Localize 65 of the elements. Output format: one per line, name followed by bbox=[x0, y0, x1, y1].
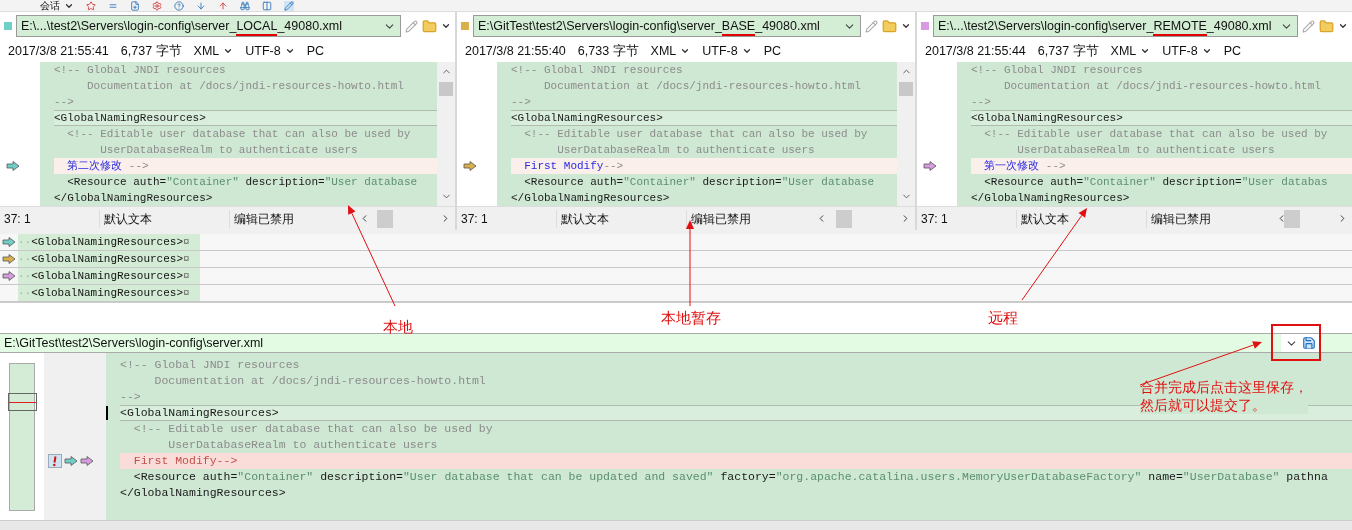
file-size: 6,737 字节 bbox=[120, 42, 182, 60]
line-ending-label[interactable]: PC bbox=[306, 41, 325, 61]
file-path-field[interactable]: E:\...\test2\Servers\login-config\server_REMOTE_49080.xml bbox=[933, 15, 1298, 37]
pencil-icon[interactable] bbox=[405, 19, 418, 33]
annotation-label: 本地 bbox=[383, 317, 413, 337]
scrollbar-thumb[interactable] bbox=[835, 209, 852, 228]
edit-status-label: 编辑已禁用 bbox=[1150, 210, 1212, 228]
toolbar-icon[interactable] bbox=[196, 0, 206, 11]
toolbar-icon[interactable] bbox=[240, 0, 250, 11]
annotation-label: 远程 bbox=[988, 308, 1018, 328]
file-size: 6,737 字节 bbox=[1037, 42, 1099, 60]
pencil-icon[interactable] bbox=[1302, 19, 1315, 33]
viewport-indicator[interactable] bbox=[8, 393, 37, 411]
text-cursor bbox=[106, 406, 108, 420]
encoding-label[interactable]: UTF-8 bbox=[1162, 41, 1198, 61]
annotation-note: 合并完成后点击这里保存， 然后就可以提交了。 bbox=[1140, 378, 1308, 414]
toolbar-icon[interactable] bbox=[174, 0, 184, 11]
dropdown-caret-icon[interactable] bbox=[741, 46, 752, 56]
file-timestamp: 2017/3/8 21:55:40 bbox=[465, 42, 566, 60]
file-path-field[interactable]: E:\GitTest\test2\Servers\login-config\server_BASE_49080.xml bbox=[473, 15, 861, 37]
pencil-icon[interactable] bbox=[284, 0, 294, 11]
toolbar-icon[interactable] bbox=[262, 0, 272, 11]
dropdown-caret-icon[interactable] bbox=[680, 46, 691, 56]
cursor-position: 37: 1 bbox=[917, 209, 1017, 228]
cursor-position: 37: 1 bbox=[457, 209, 557, 228]
edit-status-label: 编辑已禁用 bbox=[233, 210, 295, 228]
toolbar-icon[interactable] bbox=[152, 0, 162, 11]
conflict-icon bbox=[48, 454, 62, 468]
dropdown-caret-icon[interactable] bbox=[284, 46, 295, 56]
file-timestamp: 2017/3/8 21:55:44 bbox=[925, 42, 1026, 60]
toolbar-icon[interactable] bbox=[130, 0, 140, 11]
file-path-field[interactable]: E:\...\test2\Servers\login-config\server_LOCAL_49080.xml bbox=[16, 15, 401, 37]
dropdown-caret-icon[interactable] bbox=[1338, 21, 1348, 31]
file-size: 6,733 字节 bbox=[577, 42, 639, 60]
dropdown-caret-icon[interactable] bbox=[1201, 46, 1212, 56]
toolbar-icon[interactable] bbox=[218, 0, 228, 11]
save-icon[interactable] bbox=[1302, 336, 1316, 350]
line-ending-label[interactable]: PC bbox=[1223, 41, 1242, 61]
edit-status-label: 编辑已禁用 bbox=[690, 210, 752, 228]
horizontal-scrollbar[interactable] bbox=[0, 520, 1352, 530]
scrollbar-thumb[interactable] bbox=[899, 82, 913, 96]
encoding-label[interactable]: UTF-8 bbox=[702, 41, 738, 61]
syntax-label[interactable]: XML bbox=[650, 41, 677, 61]
scrollbar-thumb[interactable] bbox=[1284, 209, 1300, 228]
scrollbar-thumb[interactable] bbox=[439, 82, 453, 96]
vertical-scrollbar[interactable] bbox=[897, 62, 915, 206]
file-timestamp: 2017/3/8 21:55:41 bbox=[8, 42, 109, 60]
text-mode-label: 默认文本 bbox=[100, 209, 230, 228]
syntax-label[interactable]: XML bbox=[193, 41, 220, 61]
syntax-label[interactable]: XML bbox=[1110, 41, 1137, 61]
vertical-scrollbar[interactable] bbox=[437, 62, 455, 206]
cursor-position: 37: 1 bbox=[0, 209, 100, 228]
line-ending-label[interactable]: PC bbox=[763, 41, 782, 61]
dropdown-caret-icon[interactable] bbox=[901, 21, 911, 31]
pencil-icon[interactable] bbox=[865, 19, 878, 33]
toolbar-icon[interactable] bbox=[86, 0, 96, 11]
encoding-label[interactable]: UTF-8 bbox=[245, 41, 281, 61]
dropdown-caret-icon[interactable] bbox=[223, 46, 234, 56]
dropdown-caret-icon[interactable] bbox=[1140, 46, 1151, 56]
dropdown-caret-icon[interactable] bbox=[441, 21, 451, 31]
text-mode-label: 默认文本 bbox=[557, 209, 687, 228]
annotation-label: 本地暂存 bbox=[661, 308, 721, 328]
scrollbar-thumb[interactable] bbox=[377, 209, 393, 228]
highlight-frame bbox=[1271, 324, 1321, 361]
session-menu[interactable]: 会话 bbox=[40, 0, 60, 11]
